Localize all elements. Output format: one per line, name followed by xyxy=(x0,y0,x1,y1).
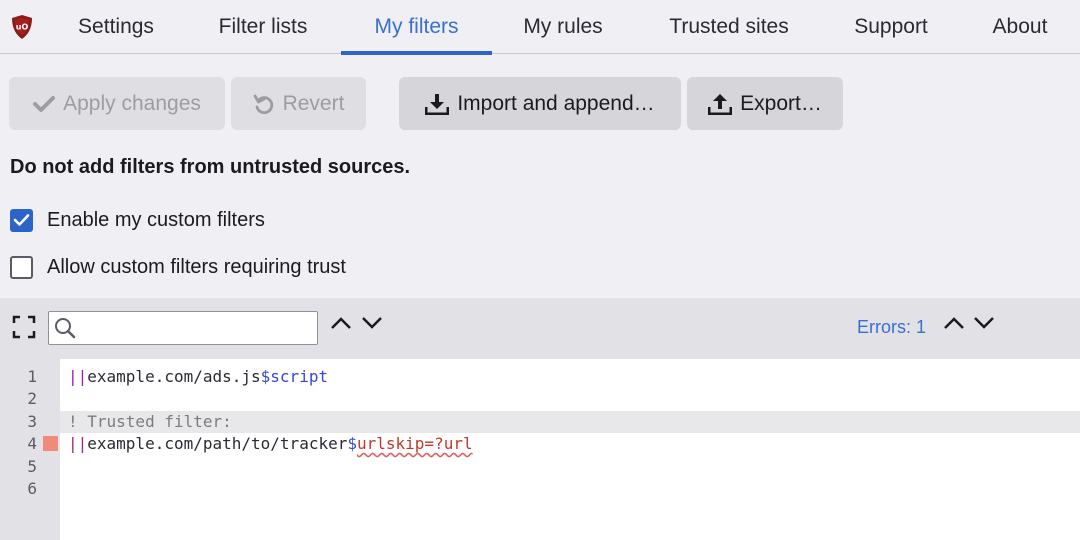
search-box[interactable] xyxy=(48,311,318,345)
allow-trust-filters-checkbox[interactable] xyxy=(10,255,33,279)
apply-changes-label: Apply changes xyxy=(63,91,201,115)
line-number-gutter: 1 2 3 4 5 6 xyxy=(0,359,60,540)
allow-trust-filters-label: Allow custom filters requiring trust xyxy=(47,255,346,278)
search-prev-chevron-up-icon[interactable] xyxy=(330,316,352,330)
untrusted-sources-warning: Do not add filters from untrusted source… xyxy=(10,156,411,178)
check-icon xyxy=(13,214,30,226)
error-next-chevron-down-icon[interactable] xyxy=(973,316,995,330)
search-input[interactable] xyxy=(79,315,309,341)
tab-my-rules[interactable]: My rules xyxy=(507,0,619,54)
export-button[interactable]: Export… xyxy=(687,77,843,130)
code-option: $script xyxy=(260,367,329,386)
tab-my-filters[interactable]: My filters xyxy=(341,0,492,55)
enable-custom-filters-checkbox[interactable] xyxy=(10,208,33,232)
error-marker[interactable] xyxy=(43,436,58,451)
code-anchor: || xyxy=(68,434,88,453)
errors-count-link[interactable]: Errors: 1 xyxy=(857,317,926,338)
fullscreen-icon[interactable] xyxy=(12,315,36,339)
search-icon xyxy=(55,318,76,339)
error-prev-chevron-up-icon[interactable] xyxy=(943,316,965,330)
line-number: 4 xyxy=(27,434,37,453)
allow-trust-filters-option[interactable]: Allow custom filters requiring trust xyxy=(10,254,346,280)
enable-custom-filters-label: Enable my custom filters xyxy=(47,208,265,231)
code-line-5[interactable] xyxy=(60,456,1080,478)
tab-about[interactable]: About xyxy=(975,0,1065,54)
undo-icon xyxy=(253,94,273,114)
tab-support[interactable]: Support xyxy=(838,0,944,54)
code-error-option: urlskip=?url xyxy=(357,434,473,453)
line-number: 3 xyxy=(27,412,37,431)
code-pattern: example.com/ads.js xyxy=(87,367,261,386)
line-number: 1 xyxy=(27,367,37,386)
code-line-3[interactable]: ! Trusted filter: xyxy=(60,411,1080,433)
code-line-2[interactable] xyxy=(60,388,1080,410)
code-line-1[interactable]: ||example.com/ads.js$script xyxy=(60,366,1080,388)
enable-custom-filters-option[interactable]: Enable my custom filters xyxy=(10,207,265,233)
download-icon xyxy=(425,93,450,115)
line-number: 2 xyxy=(27,389,37,408)
filters-code-editor[interactable]: 1 2 3 4 5 6 ||example.com/ads.js$script … xyxy=(0,359,1080,540)
apply-changes-button[interactable]: Apply changes xyxy=(9,77,225,130)
tab-trusted-sites[interactable]: Trusted sites xyxy=(649,0,809,54)
revert-button[interactable]: Revert xyxy=(231,77,366,130)
line-number: 6 xyxy=(27,479,37,498)
tab-filter-lists[interactable]: Filter lists xyxy=(200,0,326,54)
revert-label: Revert xyxy=(282,91,345,115)
ublock-shield-icon: uO xyxy=(12,15,32,39)
code-line-6[interactable] xyxy=(60,478,1080,500)
editor-toolbar: Errors: 1 xyxy=(0,298,1080,359)
code-pattern: example.com/path/to/tracker xyxy=(87,434,348,453)
search-next-chevron-down-icon[interactable] xyxy=(361,316,383,330)
export-label: Export… xyxy=(740,91,822,115)
upload-icon xyxy=(708,93,733,115)
svg-text:uO: uO xyxy=(16,23,29,32)
import-append-button[interactable]: Import and append… xyxy=(399,77,681,130)
code-anchor: || xyxy=(68,367,88,386)
code-comment: ! Trusted filter: xyxy=(68,412,232,431)
line-number: 5 xyxy=(27,457,37,476)
code-line-4[interactable]: ||example.com/path/to/tracker$urlskip=?u… xyxy=(60,433,1080,455)
checkmark-icon xyxy=(33,95,56,112)
code-option-separator: $ xyxy=(347,434,357,453)
import-append-label: Import and append… xyxy=(457,91,655,115)
tab-bar: uO Settings Filter lists My filters My r… xyxy=(0,0,1080,55)
tab-settings[interactable]: Settings xyxy=(62,0,170,54)
